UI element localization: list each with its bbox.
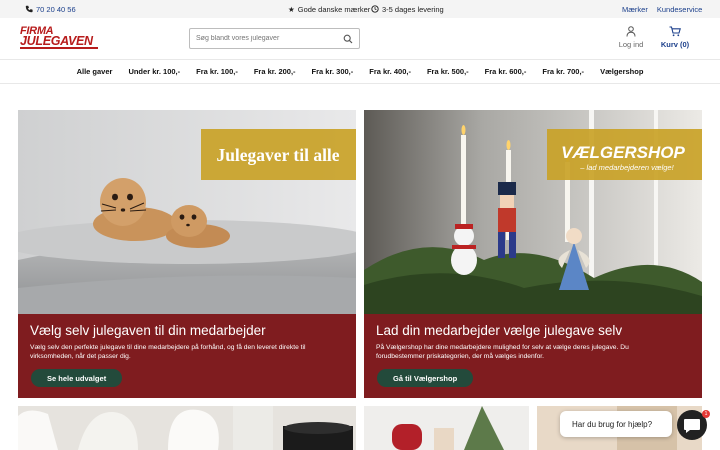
nav-item-from-600[interactable]: Fra kr. 600,- [485, 67, 527, 76]
candle-1 [461, 125, 466, 240]
cart-button[interactable]: Kurv (0) [659, 26, 691, 49]
clock-icon [371, 5, 379, 13]
nav-item-from-400[interactable]: Fra kr. 400,- [369, 67, 411, 76]
phone-link[interactable]: 70 20 40 56 [25, 5, 76, 14]
user-icon [626, 26, 636, 37]
nav-item-from-700[interactable]: Fra kr. 700,- [542, 67, 584, 76]
see-all-button[interactable]: Se hele udvalget [31, 369, 123, 387]
promo-card-choose-gift[interactable]: Julegaver til alle Vælg selv julegaven t… [18, 110, 356, 398]
promo-text: På Vælgershop har dine medarbejdere muli… [376, 344, 629, 360]
product-tile-2[interactable] [364, 406, 529, 450]
logo-underline [20, 47, 98, 49]
search-icon[interactable] [343, 34, 353, 44]
brands-link[interactable]: Mærker [622, 5, 648, 14]
search-box [189, 28, 360, 49]
nav-item-under-100[interactable]: Under kr. 100,- [128, 67, 180, 76]
main-nav: Alle gaver Under kr. 100,- Fra kr. 100,-… [0, 60, 720, 84]
usp-delivery-label: 3-5 dages levering [382, 4, 444, 14]
usp-brands-label: Gode danske mærker [297, 4, 371, 14]
logo-line-2: JULEGAVEN [20, 34, 93, 48]
nav-item-chooser-shop[interactable]: Vælgershop [600, 67, 643, 76]
go-to-chooser-shop-button[interactable]: Gå til Vælgershop [377, 369, 474, 387]
search-input[interactable] [190, 35, 335, 42]
product-tile-1[interactable] [18, 406, 356, 450]
promo-title: Vælg selv julegaven til din medarbejder [30, 323, 266, 338]
promo-panel: Vælg selv julegaven til din medarbejder … [18, 314, 356, 398]
promo-badge-text: Julegaver til alle [216, 145, 339, 165]
chat-prompt-text: Har du brug for hjælp? [572, 419, 653, 429]
promo-cards: Julegaver til alle Vælg selv julegaven t… [18, 110, 702, 398]
promo-image-seals: Julegaver til alle [18, 110, 356, 314]
nav-item-from-200[interactable]: Fra kr. 200,- [254, 67, 296, 76]
usp-brands: ★ Gode danske mærker [288, 5, 370, 14]
promo-badge-chooser: VÆLGERSHOP – lad medarbejderen vælge! [547, 129, 702, 180]
chat-notification-badge: 1 [702, 410, 710, 418]
phone-icon [25, 5, 33, 13]
promo-title: Lad din medarbejder vælge julegave selv [376, 323, 623, 338]
logo[interactable]: FIRMA JULEGAVEN [20, 26, 100, 49]
site-header: FIRMA JULEGAVEN Log ind Kurv (0) [0, 18, 720, 60]
customer-service-link[interactable]: Kundeservice [657, 5, 702, 14]
star-icon: ★ [288, 4, 295, 14]
promo-text: Vælg selv den perfekte julegave til dine… [30, 344, 306, 360]
nav-item-from-300[interactable]: Fra kr. 300,- [312, 67, 354, 76]
login-button[interactable]: Log ind [614, 26, 648, 49]
chat-prompt[interactable]: Har du brug for hjælp? [560, 411, 672, 437]
promo-badge-subtext: – lad medarbejderen vælge! [579, 163, 674, 172]
promo-image-christmas-figures: VÆLGERSHOP – lad medarbejderen vælge! [364, 110, 702, 314]
nav-item-from-500[interactable]: Fra kr. 500,- [427, 67, 469, 76]
phone-number: 70 20 40 56 [36, 4, 76, 14]
usp-delivery: 3-5 dages levering [371, 5, 444, 14]
cart-icon [669, 26, 681, 37]
promo-panel: Lad din medarbejder vælge julegave selv … [364, 314, 702, 398]
top-bar: 70 20 40 56 ★ Gode danske mærker 3-5 dag… [0, 0, 720, 18]
cart-label: Kurv (0) [660, 40, 690, 49]
top-links: Mærker Kundeservice [622, 5, 702, 14]
login-label: Log ind [618, 40, 644, 49]
promo-badge-text: VÆLGERSHOP [561, 143, 685, 162]
nav-item-all-gifts[interactable]: Alle gaver [77, 67, 113, 76]
nav-item-from-100[interactable]: Fra kr. 100,- [196, 67, 238, 76]
promo-badge-all: Julegaver til alle [201, 129, 356, 180]
promo-card-chooser-shop[interactable]: VÆLGERSHOP – lad medarbejderen vælge! La… [364, 110, 702, 398]
